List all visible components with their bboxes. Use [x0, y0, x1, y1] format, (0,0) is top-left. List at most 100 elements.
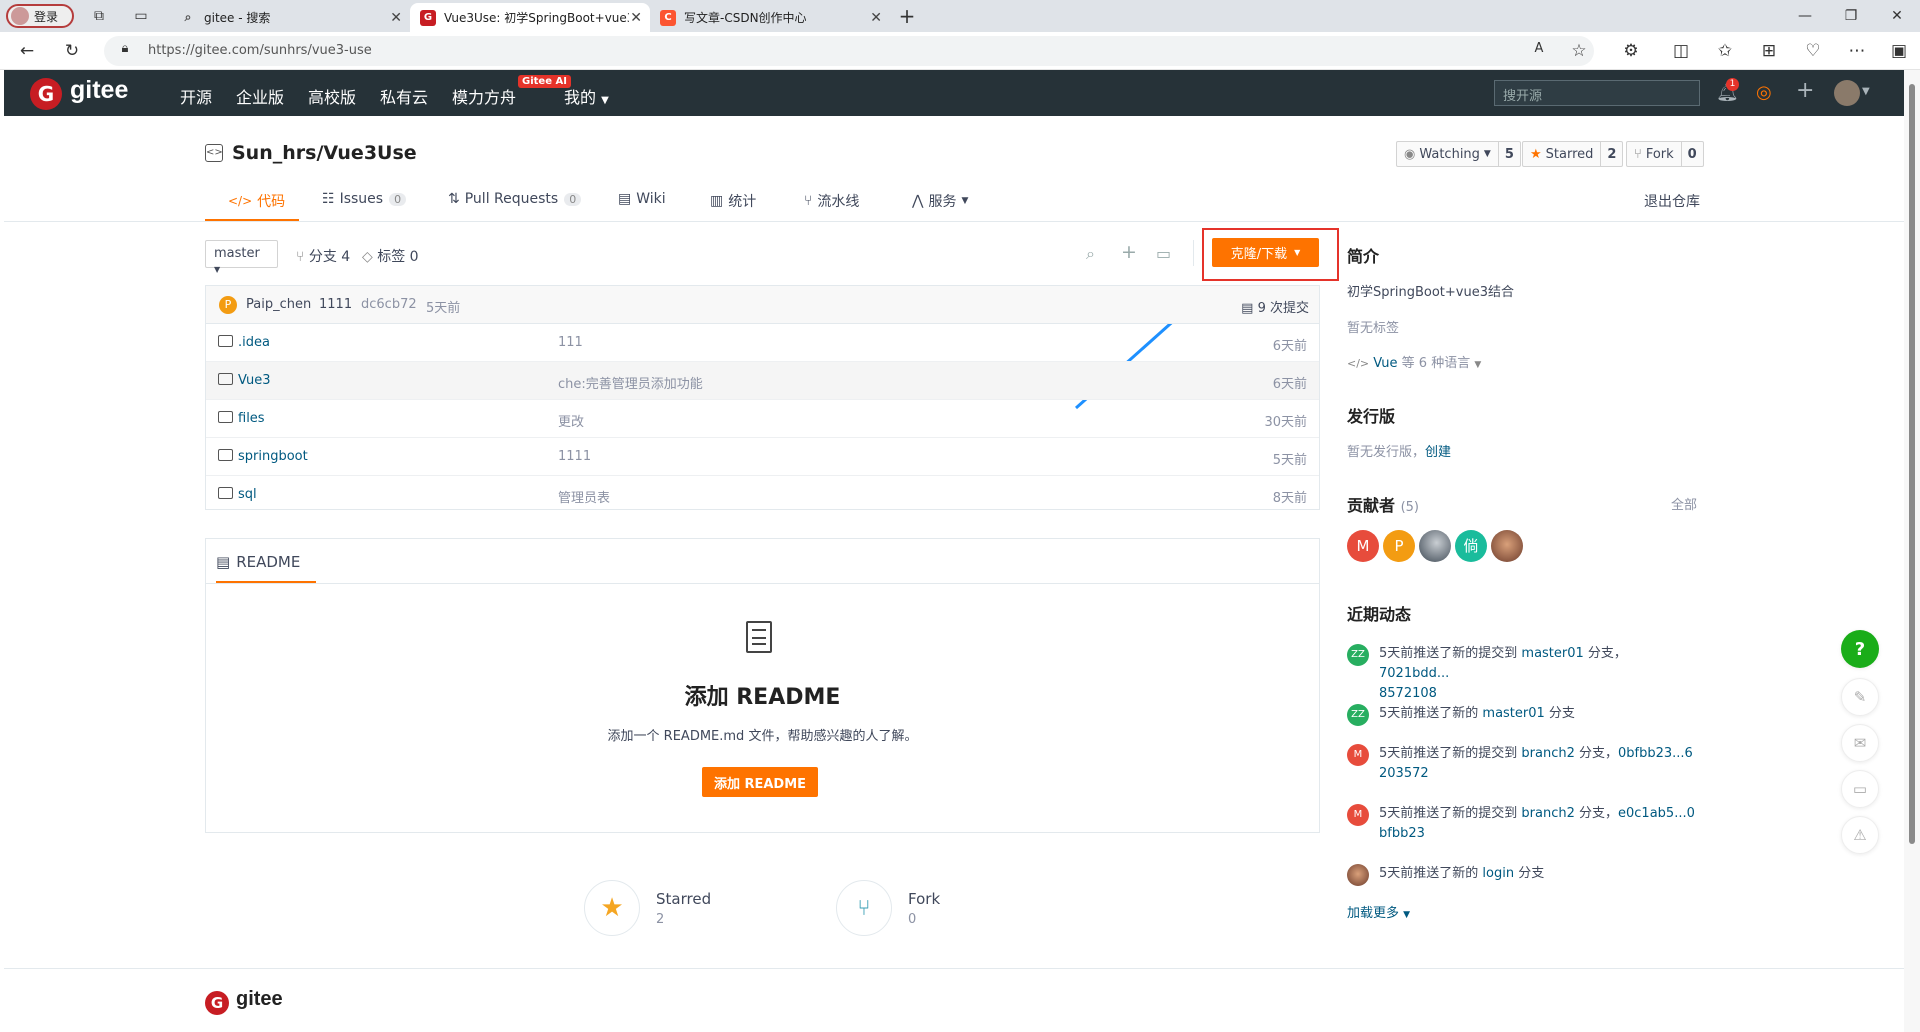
browser-profile-button[interactable]: 登录 — [6, 4, 74, 28]
commit-message[interactable]: 1111 — [319, 297, 352, 312]
contributor-avatar[interactable]: 倘 — [1455, 530, 1487, 562]
activity-avatar[interactable] — [1347, 864, 1369, 886]
gitee-logo-icon[interactable]: G — [205, 991, 229, 1015]
tab-services[interactable]: ⋀ 服务 ▼ — [912, 191, 968, 211]
footer-brand[interactable]: gitee — [236, 988, 283, 1011]
comment-icon[interactable]: ▭ — [1841, 770, 1879, 808]
tab-actions-icon[interactable]: ▭ — [132, 7, 150, 25]
create-release-link[interactable]: 创建 — [1425, 445, 1451, 460]
close-tab-icon[interactable]: ✕ — [630, 10, 642, 26]
tags-link[interactable]: ◇ 标签 0 — [362, 246, 419, 266]
readme-tab[interactable]: ▤ README — [216, 553, 300, 571]
warning-icon[interactable]: ⚠ — [1841, 816, 1879, 854]
file-name[interactable]: files — [238, 411, 265, 426]
nav-mine[interactable]: 我的 ▼ — [564, 84, 609, 108]
file-row[interactable]: sql 管理员表 8天前 — [206, 476, 1319, 514]
file-name[interactable]: .idea — [238, 335, 270, 350]
user-avatar[interactable] — [1834, 80, 1860, 106]
back-icon[interactable]: ← — [16, 41, 38, 61]
contributors-all-link[interactable]: 全部 — [1671, 494, 1697, 513]
branch-link[interactable]: branch2 — [1521, 746, 1574, 761]
nav-open-source[interactable]: 开源 — [180, 84, 212, 108]
contributor-avatar[interactable]: P — [1383, 530, 1415, 562]
file-commit-message[interactable]: che:完善管理员添加功能 — [558, 373, 703, 392]
commit-link[interactable]: 203572 — [1379, 766, 1429, 781]
lock-icon[interactable]: 🔒︎ — [114, 41, 136, 56]
mail-icon[interactable]: ✉ — [1841, 724, 1879, 762]
help-icon[interactable]: ? — [1841, 630, 1879, 668]
file-name[interactable]: springboot — [238, 449, 308, 464]
activity-avatar[interactable]: ZZ — [1347, 644, 1369, 666]
contributor-avatar[interactable] — [1491, 530, 1523, 562]
web-ide-icon[interactable]: ▭ — [1156, 244, 1171, 263]
file-name[interactable]: Vue3 — [238, 373, 271, 388]
language-selector[interactable]: </> Vue 等 6 种语言 ▼ — [1347, 352, 1481, 371]
star-icon[interactable]: ★ — [584, 880, 640, 936]
split-screen-icon[interactable]: ◫ — [1670, 41, 1692, 61]
branch-link[interactable]: master01 — [1482, 706, 1544, 721]
scrollbar-thumb[interactable] — [1909, 84, 1915, 844]
tab-pipeline[interactable]: ⑂ 流水线 — [804, 191, 859, 211]
workspaces-icon[interactable]: ⧉ — [90, 7, 108, 25]
file-name[interactable]: sql — [238, 487, 257, 502]
sidebar-toggle-icon[interactable]: ▣ — [1888, 41, 1910, 61]
extensions-icon[interactable]: ⚙ — [1620, 41, 1642, 61]
commit-hash[interactable]: dc6cb72 — [361, 297, 417, 312]
refresh-icon[interactable]: ↻ — [61, 41, 83, 61]
browser-tab-search[interactable]: ⌕ gitee - 搜索 ✕ — [170, 3, 410, 32]
page-scrollbar[interactable] — [1904, 70, 1920, 1032]
minimize-icon[interactable]: — — [1796, 7, 1814, 25]
branch-select[interactable]: master ▼ — [205, 240, 278, 274]
close-window-icon[interactable]: ✕ — [1888, 7, 1906, 25]
starred-count[interactable]: 2 — [1601, 147, 1622, 162]
exit-repo-link[interactable]: 退出仓库 — [1644, 191, 1700, 211]
tab-pull-requests[interactable]: ⇅ Pull Requests 0 — [448, 191, 582, 207]
browser-tab-csdn[interactable]: C 写文章-CSDN创作中心 ✕ — [650, 3, 890, 32]
activity-avatar[interactable]: M — [1347, 744, 1369, 766]
restore-icon[interactable]: ❐ — [1842, 7, 1860, 25]
branches-link[interactable]: ⑂ 分支 4 — [296, 246, 350, 266]
favorites-icon[interactable]: ✩ — [1714, 41, 1736, 61]
file-commit-message[interactable]: 111 — [558, 335, 583, 350]
file-row[interactable]: .idea 111 6天前 — [206, 324, 1319, 362]
edit-icon[interactable]: ✎ — [1841, 678, 1879, 716]
nav-private-cloud[interactable]: 私有云 — [380, 84, 428, 108]
search-input[interactable]: 搜开源 — [1494, 80, 1700, 106]
favorite-star-icon[interactable]: ☆ — [1568, 41, 1590, 61]
tab-code[interactable]: </> 代码 — [228, 191, 285, 211]
load-more-link[interactable]: 加载更多 ▼ — [1347, 902, 1410, 921]
location-pin-icon[interactable]: ◎ — [1756, 82, 1772, 103]
repo-title[interactable]: Sun_hrs/Vue3Use — [232, 142, 417, 164]
add-readme-button[interactable]: 添加 README — [702, 767, 818, 797]
branch-link[interactable]: master01 — [1521, 646, 1583, 661]
fork-button[interactable]: ⑂ Fork 0 — [1626, 141, 1704, 167]
activity-avatar[interactable]: ZZ — [1347, 704, 1369, 726]
close-tab-icon[interactable]: ✕ — [870, 10, 882, 26]
file-row[interactable]: files 更改 30天前 — [206, 400, 1319, 438]
activity-avatar[interactable]: M — [1347, 804, 1369, 826]
file-commit-message[interactable]: 管理员表 — [558, 487, 610, 506]
commit-link[interactable]: 7021bdd... — [1379, 666, 1449, 681]
commit-author[interactable]: Paip_chen — [246, 297, 311, 312]
new-tab-icon[interactable]: + — [898, 6, 916, 26]
watching-button[interactable]: ◉ Watching ▼ 5 — [1396, 141, 1521, 167]
file-search-icon[interactable]: ⌕ — [1086, 244, 1095, 264]
file-row[interactable]: springboot 1111 5天前 — [206, 438, 1319, 476]
file-commit-message[interactable]: 1111 — [558, 449, 591, 464]
commit-link[interactable]: e0c1ab5...0 — [1618, 806, 1695, 821]
branch-link[interactable]: login — [1482, 866, 1514, 881]
url-text[interactable]: https://gitee.com/sunhrs/vue3-use — [148, 43, 372, 58]
starred-button[interactable]: ★ Starred 2 — [1522, 141, 1624, 167]
commit-link[interactable]: 0bfbb23...6 — [1618, 746, 1693, 761]
gitee-brand[interactable]: gitee — [70, 76, 128, 105]
fork-icon[interactable]: ⑂ — [836, 880, 892, 936]
create-plus-icon[interactable]: + — [1796, 78, 1814, 103]
nav-enterprise[interactable]: 企业版 — [236, 84, 284, 108]
nav-moli[interactable]: 模力方舟 — [452, 84, 516, 108]
contributor-avatar[interactable]: M — [1347, 530, 1379, 562]
tab-stats[interactable]: ▥ 统计 — [710, 191, 756, 211]
nav-university[interactable]: 高校版 — [308, 84, 356, 108]
watching-count[interactable]: 5 — [1499, 147, 1520, 162]
close-tab-icon[interactable]: ✕ — [390, 10, 402, 26]
commit-link[interactable]: bfbb23 — [1379, 826, 1425, 841]
